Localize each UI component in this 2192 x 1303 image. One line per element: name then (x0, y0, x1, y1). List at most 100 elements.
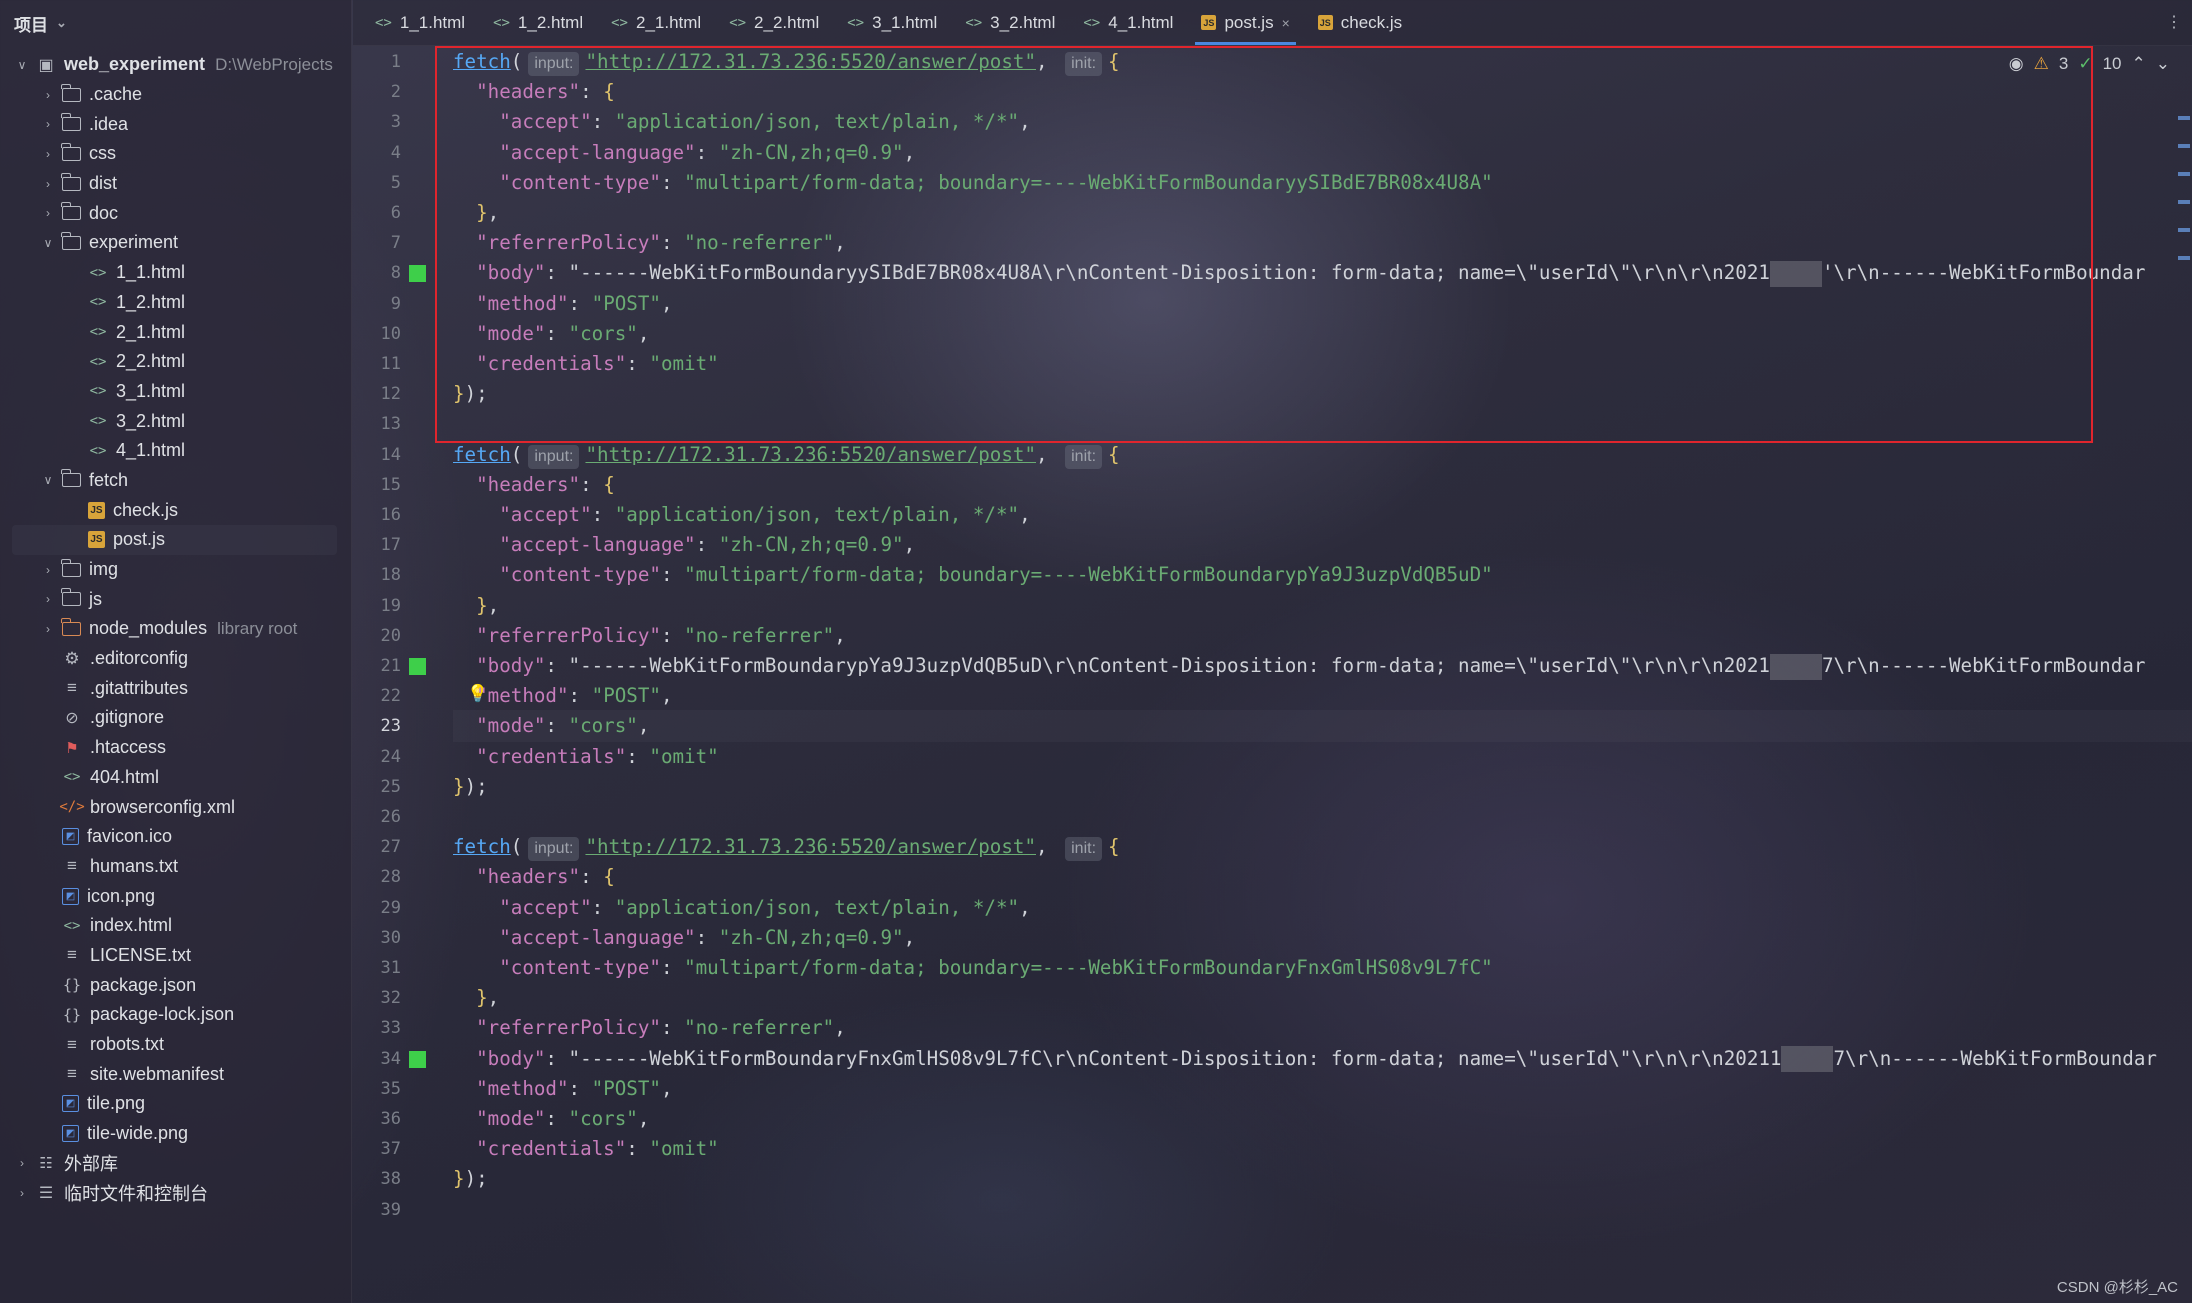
tree-item[interactable]: ›≡robots.txt (0, 1030, 351, 1060)
code-line[interactable]: "headers": { (453, 469, 615, 501)
code-line[interactable]: }, (453, 590, 499, 622)
text-file-icon: ≡ (67, 945, 77, 965)
tree-item[interactable]: › ☷ 外部库 (0, 1148, 351, 1178)
tab-3_1-html[interactable]: <> 3_1.html (833, 0, 951, 45)
inspection-widget[interactable]: ◉ ⚠ 3 ✓ 10 ⌃ ⌄ (2009, 54, 2170, 74)
chevron-right-icon[interactable]: › (14, 1186, 30, 1200)
tree-item[interactable]: ›<>1_2.html (0, 288, 351, 318)
tree-item[interactable]: ›{}package-lock.json (0, 1000, 351, 1030)
tree-item[interactable]: ›◩favicon.ico (0, 822, 351, 852)
chevron-right-icon[interactable]: › (40, 592, 56, 606)
code-line[interactable]: "accept-language": "zh-CN,zh;q=0.9", (453, 529, 915, 561)
close-icon[interactable]: × (1282, 15, 1290, 31)
tree-item[interactable]: ›</>browserconfig.xml (0, 792, 351, 822)
tree-item[interactable]: ∨ ▣ web_experiment D:\WebProjects (0, 50, 351, 80)
code-line[interactable]: "content-type": "multipart/form-data; bo… (453, 559, 1492, 591)
code-line[interactable]: "method": "POST", (453, 680, 672, 712)
tree-item[interactable]: ∨ experiment (0, 228, 351, 258)
tree-item[interactable]: ›⊘.gitignore (0, 703, 351, 733)
code-editor[interactable]: 1 2 3 4 5 6 7 8 9 10 11 12 13 14 15 16 17 18 19 20 21 22 23 24 2… (353, 46, 2192, 1303)
code-line[interactable]: "body": "------WebKitFormBoundaryFnxGmlH… (453, 1043, 2157, 1075)
tree-item[interactable]: ›◩icon.png (0, 881, 351, 911)
tab-check-js[interactable]: JS check.js (1304, 0, 1416, 45)
chevron-right-icon[interactable]: › (40, 206, 56, 220)
chevron-right-icon[interactable]: › (14, 1156, 30, 1170)
tab-4_1-html[interactable]: <> 4_1.html (1069, 0, 1187, 45)
code-line[interactable]: }); (453, 771, 488, 803)
tab-3_2-html[interactable]: <> 3_2.html (951, 0, 1069, 45)
more-tabs-icon[interactable]: ⋮ (2166, 12, 2182, 32)
line-number: 14 (380, 444, 401, 465)
tree-item[interactable]: ›<>404.html (0, 763, 351, 793)
tree-item[interactable]: ›<>index.html (0, 911, 351, 941)
tree-item[interactable]: › js (0, 584, 351, 614)
chevron-right-icon[interactable]: › (40, 177, 56, 191)
code-line[interactable]: "accept": "application/json, text/plain,… (453, 892, 1030, 924)
next-problem-icon[interactable]: ⌄ (2156, 54, 2170, 74)
tree-item[interactable]: ›≡site.webmanifest (0, 1059, 351, 1089)
tree-item[interactable]: › img (0, 555, 351, 585)
tree-item[interactable]: ›≡humans.txt (0, 852, 351, 882)
tab-2_2-html[interactable]: <> 2_2.html (715, 0, 833, 45)
vcs-change-marker[interactable] (409, 265, 426, 283)
tree-item[interactable]: ›≡.gitattributes (0, 673, 351, 703)
line-number: 30 (380, 927, 401, 948)
code-line[interactable]: "referrerPolicy": "no-referrer", (453, 1012, 846, 1044)
project-view-selector[interactable]: 项目 ⌄ (0, 0, 351, 46)
editor-scroll-map[interactable] (2174, 76, 2192, 1276)
code-line[interactable]: }, (453, 982, 499, 1014)
code-line[interactable]: "method": "POST", (453, 1073, 672, 1105)
tree-item[interactable]: ›≡LICENSE.txt (0, 941, 351, 971)
tree-item[interactable]: ›{}package.json (0, 970, 351, 1000)
code-line[interactable]: "accept": "application/json, text/plain,… (453, 499, 1030, 531)
chevron-right-icon[interactable]: › (40, 563, 56, 577)
tree-item[interactable]: › .cache (0, 80, 351, 110)
vcs-change-marker[interactable] (409, 1050, 426, 1068)
code-line[interactable]: "accept-language": "zh-CN,zh;q=0.9", (453, 922, 915, 954)
code-line[interactable]: "mode": "cors", (453, 710, 649, 742)
chevron-right-icon[interactable]: › (40, 117, 56, 131)
tab-1_2-html[interactable]: <> 1_2.html (479, 0, 597, 45)
chevron-right-icon[interactable]: › (40, 88, 56, 102)
vcs-change-marker[interactable] (409, 658, 426, 675)
tab-2_1-html[interactable]: <> 2_1.html (597, 0, 715, 45)
tree-item[interactable]: ›<>4_1.html (0, 436, 351, 466)
tree-item[interactable]: › doc (0, 198, 351, 228)
code-line[interactable]: "content-type": "multipart/form-data; bo… (453, 952, 1492, 984)
tree-item[interactable]: ∨ fetch (0, 466, 351, 496)
tree-item[interactable]: › css (0, 139, 351, 169)
code-line[interactable]: "body": "------WebKitFormBoundarypYa9J3u… (453, 650, 2145, 682)
tree-item[interactable]: › ☰ 临时文件和控制台 (0, 1178, 351, 1208)
tree-item[interactable]: ›<>3_1.html (0, 377, 351, 407)
tree-item[interactable]: ›JScheck.js (0, 495, 351, 525)
code-line[interactable]: "credentials": "omit" (453, 741, 719, 773)
tree-item[interactable]: ›⚑.htaccess (0, 733, 351, 763)
tree-item[interactable]: ›<>2_2.html (0, 347, 351, 377)
tree-item[interactable]: ›⚙.editorconfig (0, 644, 351, 674)
code-line[interactable]: "referrerPolicy": "no-referrer", (453, 620, 846, 652)
tree-item[interactable]: ›<>1_1.html (0, 258, 351, 288)
chevron-down-icon[interactable]: ∨ (40, 473, 56, 487)
tree-item[interactable]: ›JSpost.js (0, 525, 351, 555)
eye-off-icon[interactable]: ◉ (2009, 54, 2024, 74)
tab-1_1-html[interactable]: <> 1_1.html (361, 0, 479, 45)
code-line[interactable]: "headers": { (453, 861, 615, 893)
code-line[interactable]: fetch(input: "http://172.31.73.236:5520/a… (453, 439, 1120, 471)
code-line[interactable]: }); (453, 1163, 488, 1195)
code-line[interactable]: fetch(input: "http://172.31.73.236:5520/a… (453, 831, 1120, 863)
chevron-down-icon[interactable]: ∨ (14, 58, 30, 72)
code-line[interactable]: "mode": "cors", (453, 1103, 649, 1135)
tree-item[interactable]: › dist (0, 169, 351, 199)
tree-item[interactable]: ›◩tile.png (0, 1089, 351, 1119)
tree-item[interactable]: ›<>3_2.html (0, 406, 351, 436)
tree-item[interactable]: › node_modules library root (0, 614, 351, 644)
chevron-right-icon[interactable]: › (40, 147, 56, 161)
code-line[interactable]: "credentials": "omit" (453, 1133, 719, 1165)
tree-item[interactable]: ›<>2_1.html (0, 317, 351, 347)
tab-post-js[interactable]: JS post.js × (1187, 0, 1303, 45)
chevron-right-icon[interactable]: › (40, 622, 56, 636)
tree-item[interactable]: › .idea (0, 109, 351, 139)
prev-problem-icon[interactable]: ⌃ (2132, 54, 2146, 74)
tree-item[interactable]: ›◩tile-wide.png (0, 1119, 351, 1149)
chevron-down-icon[interactable]: ∨ (40, 236, 56, 250)
